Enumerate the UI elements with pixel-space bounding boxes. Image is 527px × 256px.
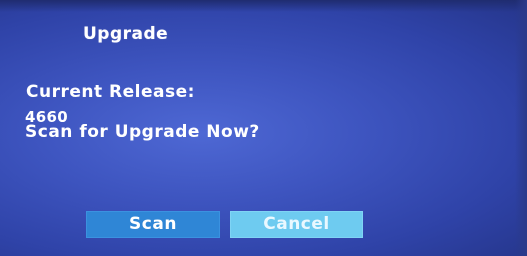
cancel-button[interactable]: Cancel — [230, 211, 363, 238]
current-release-label: Current Release: — [26, 82, 195, 102]
upgrade-screen: Upgrade Current Release: 4660 Scan for U… — [0, 0, 527, 256]
scan-button[interactable]: Scan — [86, 211, 220, 238]
screen-edge-top — [0, 0, 527, 12]
upgrade-prompt: Scan for Upgrade Now? — [25, 122, 260, 142]
screen-edge-right — [515, 0, 527, 256]
dialog-title: Upgrade — [83, 24, 169, 44]
